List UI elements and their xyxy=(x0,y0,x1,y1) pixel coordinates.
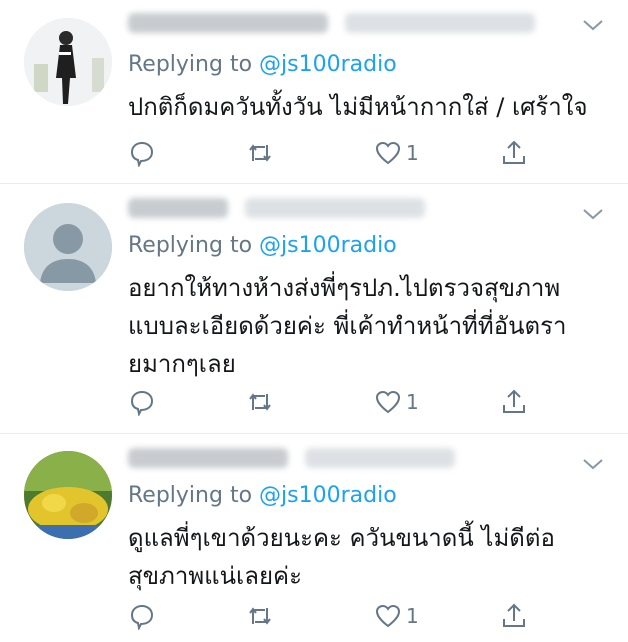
reply-context: Replying to @js100radio xyxy=(128,233,397,258)
reply-icon xyxy=(130,604,154,630)
share-icon xyxy=(503,389,525,413)
tweet-text: อยากให้ทางห้างส่งพี่ๆรปภ.ไปตรวจสุขภาพแบบ… xyxy=(128,274,567,378)
like-button[interactable]: 1 xyxy=(374,387,419,417)
share-icon xyxy=(503,140,525,164)
chevron-down-icon[interactable] xyxy=(582,207,604,221)
redacted-display-name xyxy=(128,197,228,218)
avatar[interactable] xyxy=(24,451,112,539)
share-button[interactable] xyxy=(500,138,528,168)
like-count: 1 xyxy=(406,390,419,414)
reply-prefix: Replying to xyxy=(128,483,260,508)
redacted-display-name xyxy=(128,447,288,468)
like-count: 1 xyxy=(406,141,419,165)
share-icon xyxy=(503,603,525,627)
avatar[interactable] xyxy=(24,18,112,106)
like-button[interactable]: 1 xyxy=(374,601,419,631)
tweet-actions: 1 xyxy=(128,138,548,168)
like-count: 1 xyxy=(406,604,419,628)
tweet-text: ปกติก็ดมควันทั้งวัน ไม่มีหน้ากากใส่ / เศ… xyxy=(128,93,588,121)
reply-button[interactable] xyxy=(128,387,156,417)
like-icon xyxy=(375,390,401,414)
retweet-button[interactable] xyxy=(246,138,274,168)
tweet-actions: 1 xyxy=(128,601,548,631)
retweet-icon xyxy=(249,393,271,411)
retweet-icon xyxy=(249,607,271,625)
reply-handle-link[interactable]: @js100radio xyxy=(259,483,397,508)
retweet-icon xyxy=(249,144,271,162)
tweet[interactable]: Replying to @js100radio อยากให้ทางห้างส่… xyxy=(0,183,628,434)
share-button[interactable] xyxy=(500,387,528,417)
tweet-header xyxy=(128,447,456,477)
reply-context: Replying to @js100radio xyxy=(128,52,397,77)
redacted-display-name xyxy=(128,12,328,33)
share-button[interactable] xyxy=(500,601,528,631)
tweet-header xyxy=(128,197,426,227)
like-icon xyxy=(375,141,401,165)
chevron-down-icon[interactable] xyxy=(582,18,604,32)
reply-button[interactable] xyxy=(128,138,156,168)
tweet-header xyxy=(128,12,536,42)
reply-handle-link[interactable]: @js100radio xyxy=(259,233,397,258)
redacted-handle xyxy=(305,447,456,468)
redacted-handle xyxy=(345,12,536,33)
avatar[interactable] xyxy=(24,203,112,291)
tweet-actions: 1 xyxy=(128,387,548,417)
reply-icon xyxy=(130,390,154,416)
tweet[interactable]: Replying to @js100radio ปกติก็ดมควันทั้ง… xyxy=(0,0,628,184)
retweet-button[interactable] xyxy=(246,601,274,631)
reply-context: Replying to @js100radio xyxy=(128,483,397,508)
tweet[interactable]: Replying to @js100radio ดูแลพี่ๆเขาด้วยน… xyxy=(0,433,628,642)
retweet-button[interactable] xyxy=(246,387,274,417)
reply-icon xyxy=(130,141,154,167)
chevron-down-icon[interactable] xyxy=(582,457,604,471)
like-button[interactable]: 1 xyxy=(374,138,419,168)
tweet-text: ดูแลพี่ๆเขาด้วยนะคะ ควันขนาดนี้ ไม่ดีต่อ… xyxy=(128,524,555,590)
reply-prefix: Replying to xyxy=(128,52,260,77)
reply-button[interactable] xyxy=(128,601,156,631)
like-icon xyxy=(375,604,401,628)
reply-handle-link[interactable]: @js100radio xyxy=(259,52,397,77)
redacted-handle xyxy=(245,197,426,218)
reply-prefix: Replying to xyxy=(128,233,260,258)
